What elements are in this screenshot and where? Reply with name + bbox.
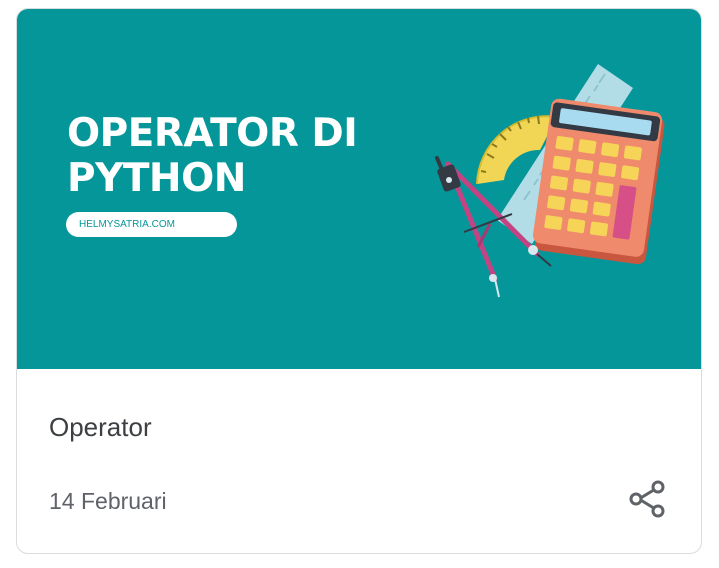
thumbnail-title-line2: PYTHON — [67, 156, 246, 201]
post-title[interactable]: Operator — [49, 411, 152, 443]
post-thumbnail[interactable]: OPERATOR DI PYTHON HELMYSATRIA.COM — [17, 9, 701, 369]
thumbnail-title: OPERATOR DI PYTHON — [67, 111, 358, 201]
share-button[interactable] — [623, 475, 671, 523]
share-icon — [629, 480, 665, 518]
math-tools-illustration — [435, 64, 665, 298]
post-date: 14 Februari — [49, 488, 167, 514]
thumbnail-title-line1: OPERATOR DI — [67, 111, 358, 156]
thumbnail-site-badge: HELMYSATRIA.COM — [66, 212, 237, 237]
calculator-illustration — [532, 98, 665, 265]
post-card[interactable]: OPERATOR DI PYTHON HELMYSATRIA.COM Opera… — [16, 8, 702, 554]
